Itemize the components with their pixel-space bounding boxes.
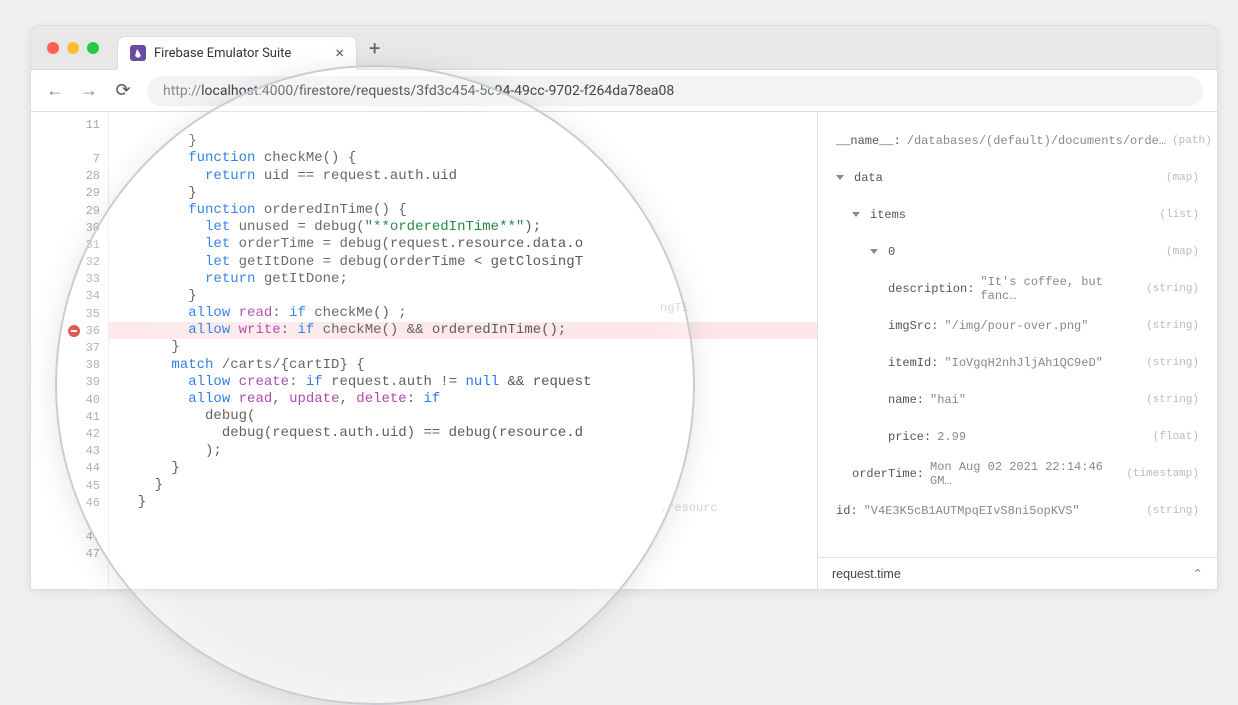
back-icon[interactable]: ← [45,80,65,101]
browser-tab[interactable]: Firebase Emulator Suite × [117,36,357,70]
tab-title: Firebase Emulator Suite [154,46,327,61]
data-tree-row[interactable]: __name__: /databases/(default)/documents… [828,122,1199,159]
url-bar[interactable]: http://localhost:4000/firestore/requests… [147,76,1203,106]
close-tab-icon[interactable]: × [335,45,344,61]
data-tree-row[interactable]: imgSrc: "/img/pour-over.png"(string) [828,307,1199,344]
request-time-label: request.time [832,567,901,581]
code-editor[interactable]: 1172829293031323334353637383940414243444… [31,112,817,589]
data-tree-row[interactable]: 0(map) [828,233,1199,270]
reload-icon[interactable]: ⟳ [113,80,133,101]
url-path: localhost:4000/firestore/requests/3fd3c4… [201,83,674,99]
code-line[interactable]: allow read, update, delete: if [109,391,817,408]
browser-window: Firebase Emulator Suite × + ← → ⟳ http:/… [30,25,1218,590]
firebase-favicon-icon [130,45,146,61]
code-line[interactable]: match /carts/{cartID} { [109,357,817,374]
line-gutter: 1172829293031323334353637383940414243444… [31,112,109,589]
code-line[interactable]: } [109,460,817,477]
request-inspector-panel: __name__: /databases/(default)/documents… [817,112,1217,589]
code-line[interactable]: ); [109,443,817,460]
tab-bar: Firebase Emulator Suite × + [31,26,1217,70]
data-tree-row[interactable]: data(map) [828,159,1199,196]
code-line[interactable]: function orderedInTime() { [109,202,817,219]
code-line[interactable] [109,511,817,528]
code-line[interactable]: return getItDone; [109,271,817,288]
code-line[interactable]: } [109,339,817,356]
data-tree-row[interactable]: itemId: "IoVgqH2nhJljAh1QC9eD"(string) [828,344,1199,381]
caret-down-icon [852,212,860,217]
error-marker-icon[interactable] [68,325,80,337]
code-line[interactable]: } [109,494,817,511]
request-data-tree[interactable]: __name__: /databases/(default)/documents… [818,112,1217,557]
data-tree-row[interactable]: description: "It's coffee, but fanc…(str… [828,270,1199,307]
caret-down-icon [836,175,844,180]
code-line[interactable] [109,546,817,563]
new-tab-button[interactable]: + [369,36,380,60]
code-line[interactable]: allow create: if request.auth != null &&… [109,374,817,391]
code-line[interactable]: debug( [109,408,817,425]
data-tree-row[interactable]: price: 2.99(float) [828,418,1199,455]
code-line[interactable]: allow read: if checkMe() ; [109,305,817,322]
data-tree-row[interactable]: name: "hai"(string) [828,381,1199,418]
forward-icon[interactable]: → [79,80,99,101]
code-body[interactable]: } function checkMe() { return uid == req… [109,112,817,589]
code-line[interactable]: let orderTime = debug(request.resource.d… [109,236,817,253]
code-line[interactable]: let getItDone = debug(orderTime < getClo… [109,254,817,271]
content-area: 1172829293031323334353637383940414243444… [31,112,1217,589]
code-line[interactable]: allow write: if checkMe() && orderedInTi… [109,322,817,339]
maximize-window-icon[interactable] [87,42,99,54]
chevron-up-icon: ⌃ [1193,566,1203,581]
data-tree-row[interactable]: items(list) [828,196,1199,233]
browser-toolbar: ← → ⟳ http://localhost:4000/firestore/re… [31,70,1217,112]
data-tree-row[interactable]: id: "V4E3K5cB1AUTMpqEIvS8ni5opKVS"(strin… [828,492,1199,529]
minimize-window-icon[interactable] [67,42,79,54]
code-line[interactable]: return uid == request.auth.uid [109,168,817,185]
url-scheme: http:// [163,83,201,99]
code-line[interactable] [109,116,817,133]
caret-down-icon [870,249,878,254]
code-line[interactable]: } [109,288,817,305]
close-window-icon[interactable] [47,42,59,54]
code-line[interactable]: } [109,133,817,150]
code-line[interactable]: } [109,477,817,494]
code-line[interactable] [109,529,817,546]
code-line[interactable]: debug(request.auth.uid) == debug(resourc… [109,425,817,442]
code-line[interactable]: } [109,185,817,202]
code-line[interactable]: let unused = debug("**orderedInTime**"); [109,219,817,236]
window-controls [47,42,99,54]
data-tree-row[interactable]: orderTime: Mon Aug 02 2021 22:14:46 GM…(… [828,455,1199,492]
code-line[interactable]: function checkMe() { [109,150,817,167]
request-time-row[interactable]: request.time ⌃ [818,557,1217,589]
